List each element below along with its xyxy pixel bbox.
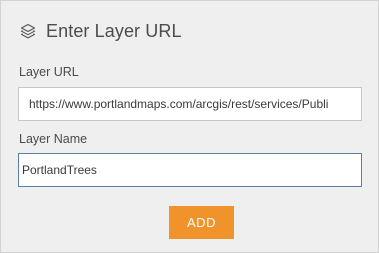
layer-name-input[interactable] [18,153,362,187]
add-button[interactable]: ADD [169,206,234,239]
panel-title: Enter Layer URL [46,20,182,41]
layers-icon [18,21,38,41]
layer-url-input[interactable] [18,87,362,121]
panel-header: Enter Layer URL [18,19,182,43]
layer-name-label: Layer Name [19,132,88,146]
enter-layer-url-panel: Enter Layer URL Layer URL Layer Name ADD [0,0,379,253]
layer-url-label: Layer URL [19,65,79,79]
